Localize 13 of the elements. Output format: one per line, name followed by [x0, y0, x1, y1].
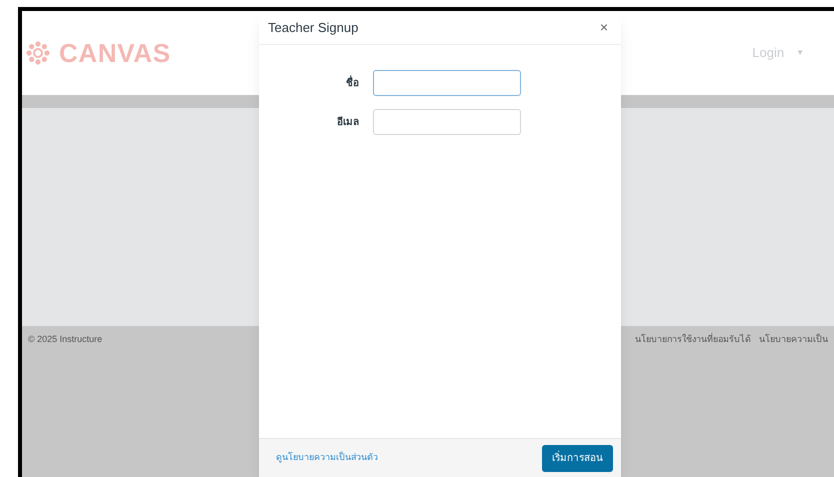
close-button[interactable]: × [596, 17, 612, 38]
copyright-text: © 2025 Instructure [28, 333, 102, 346]
field-label: ชื่อ [345, 76, 360, 90]
privacy-link[interactable]: ดูนโยบายความเป็นส่วนตัว [276, 451, 378, 465]
logo-icon [25, 40, 51, 66]
field-label: อีเมล [336, 115, 360, 130]
start-teaching-button[interactable]: เริ่มการสอน [542, 444, 613, 472]
logo-text: CANVAS [59, 36, 171, 70]
footer-link[interactable]: นโยบายความเป็น [759, 333, 828, 346]
input-field[interactable] [373, 109, 521, 135]
dialog-title: Teacher Signup [268, 18, 358, 37]
input-field[interactable] [373, 70, 521, 96]
footer-link[interactable]: นโยบายการใช้งานที่ยอมรับได้ [635, 333, 751, 346]
